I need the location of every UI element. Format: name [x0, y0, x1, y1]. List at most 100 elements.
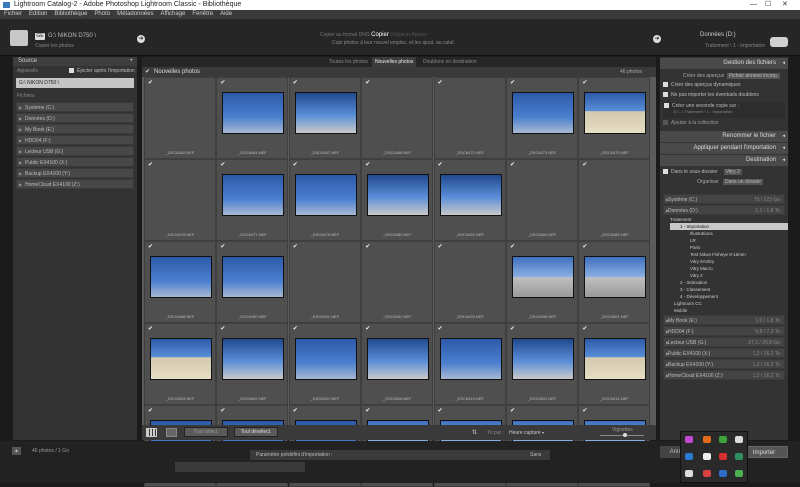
include-checkbox[interactable]: ✔ — [365, 79, 370, 86]
volume-hdd04[interactable]: HDD04 (F:) — [16, 135, 134, 146]
filmstrip-controls[interactable] — [175, 462, 305, 472]
destination-label[interactable]: Données (D:) — [700, 32, 736, 38]
menu-edition[interactable]: Edition — [29, 11, 47, 17]
photo-cell[interactable]: ✔ _DSC6470.NEF — [433, 77, 506, 159]
include-checkbox[interactable]: ✔ — [220, 161, 225, 168]
tray-app-icon[interactable] — [685, 436, 693, 443]
dest-volume[interactable]: Backup EX4100 (Y:) 1,2 / 16,2 To — [663, 359, 785, 370]
photo-thumbnail[interactable] — [222, 256, 285, 298]
photo-thumbnail[interactable] — [367, 174, 430, 216]
tree-item-vitry-macro[interactable]: Vitry Macro — [670, 265, 788, 272]
tray-app-icon[interactable] — [719, 453, 727, 460]
photo-thumbnail[interactable] — [367, 338, 430, 380]
photo-thumbnail[interactable] — [294, 338, 357, 380]
subfolder-input[interactable]: Vitry 2 — [723, 169, 742, 175]
tray-app-icon[interactable] — [735, 470, 743, 477]
photo-thumbnail[interactable] — [584, 256, 647, 298]
volume-system[interactable]: Système (C:) — [16, 102, 134, 113]
photo-cell[interactable]: ✔ _DSC6479.NEF — [288, 159, 361, 241]
camera-device-icon[interactable] — [10, 30, 28, 46]
photo-cell[interactable]: ✔ _DSC6464.NEF — [216, 77, 289, 159]
photo-thumbnail[interactable] — [150, 338, 212, 380]
include-checkbox[interactable]: ✔ — [220, 325, 225, 332]
include-checkbox[interactable]: ✔ — [293, 243, 298, 250]
photo-thumbnail[interactable] — [512, 338, 574, 380]
dest-volume[interactable]: HomeCloud EX4100 (Z:) 1,2 / 16,2 To — [663, 370, 785, 381]
photo-cell[interactable]: ✔ _DSC6473.NEF — [506, 77, 578, 159]
include-checkbox[interactable]: ✔ — [148, 243, 153, 250]
menu-bibliotheque[interactable]: Bibliothèque — [54, 11, 87, 17]
tree-item-indexation[interactable]: 2 - Indexation — [670, 279, 788, 286]
eject-checkbox[interactable]: Éjecter après l'importation — [69, 66, 135, 77]
include-checkbox[interactable]: ✔ — [438, 79, 443, 86]
photo-thumbnail[interactable] — [512, 92, 574, 134]
tab-new-photos[interactable]: Nouvelles photos — [372, 57, 417, 67]
tree-item-mobile[interactable]: Mobile — [670, 307, 788, 314]
smart-previews-checkbox[interactable]: Créer des aperçus dynamiques — [663, 82, 785, 92]
mode-dng[interactable]: Copier au format DNG — [320, 32, 370, 38]
photo-thumbnail[interactable] — [150, 256, 212, 298]
file-handling-header[interactable]: Gestion des fichiers — [660, 58, 788, 69]
photo-thumbnail[interactable] — [584, 338, 647, 380]
include-checkbox[interactable]: ✔ — [510, 161, 515, 168]
include-checkbox[interactable]: ✔ — [510, 79, 515, 86]
include-checkbox[interactable]: ✔ — [293, 161, 298, 168]
tree-item-fisheye[interactable]: Test Nikon Fisheye 8-15mm — [670, 251, 788, 258]
include-checkbox[interactable]: ✔ — [293, 325, 298, 332]
source-path[interactable]: G:\ NIKON D750 \ — [48, 33, 96, 39]
include-checkbox[interactable]: ✔ — [148, 79, 153, 86]
tree-item-importation[interactable]: 1 - Importation — [670, 223, 788, 230]
volume-public[interactable]: Public EX4100 (X:) — [16, 157, 134, 168]
mode-move[interactable]: Déplacer — [390, 32, 410, 38]
include-checkbox[interactable]: ✔ — [582, 407, 587, 414]
source-panel-header[interactable]: Source + — [13, 57, 137, 66]
sort-dropdown-icon[interactable]: ▾ — [542, 430, 544, 435]
close-icon[interactable]: ✕ — [782, 0, 788, 10]
sort-value[interactable]: Heure capture — [509, 430, 541, 436]
include-checkbox[interactable]: ✔ — [148, 325, 153, 332]
tree-item-lr[interactable]: LR — [670, 237, 788, 244]
check-all-button[interactable]: Tout sélect. — [184, 427, 228, 437]
photo-cell[interactable]: ✔ _DSC6467.NEF — [288, 77, 361, 159]
photo-thumbnail[interactable] — [222, 92, 285, 134]
photo-cell[interactable]: ✔ _DSC6477.NEF — [216, 159, 289, 241]
volume-backup[interactable]: Backup EX4100 (Y:) — [16, 168, 134, 179]
tree-item-paris[interactable]: Paris — [670, 244, 788, 251]
grid-check-icon[interactable]: ✔ — [145, 67, 150, 77]
tree-item-traitement[interactable]: Traitement — [670, 216, 788, 223]
loupe-view-icon[interactable] — [166, 428, 177, 437]
photo-thumbnail[interactable] — [584, 92, 647, 134]
menu-fichier[interactable]: Fichier — [4, 11, 22, 17]
include-checkbox[interactable]: ✔ — [582, 79, 587, 86]
include-checkbox[interactable]: ✔ — [293, 407, 298, 414]
build-previews-select[interactable]: Fichier annexe incorp. — [727, 73, 781, 79]
include-checkbox[interactable]: ✔ — [220, 79, 225, 86]
photo-cell[interactable]: ✔ _DSC6503.NEF — [144, 323, 216, 405]
photo-cell[interactable]: ✔ _DSC6462.NEF — [144, 77, 216, 159]
photo-cell[interactable]: ✔ _DSC6505.NEF — [216, 323, 289, 405]
hard-drive-icon[interactable] — [770, 37, 788, 47]
import-preset-bar[interactable]: Paramètre prédéfini d'importation : Sans — [250, 450, 550, 460]
tree-item-illustrations[interactable]: Illustrations — [670, 230, 788, 237]
include-checkbox[interactable]: ✔ — [582, 325, 587, 332]
photo-cell[interactable]: ✔ _DSC6476.NEF — [144, 159, 216, 241]
include-checkbox[interactable]: ✔ — [293, 79, 298, 86]
menu-fenetre[interactable]: Fenêtre — [192, 11, 213, 17]
include-checkbox[interactable]: ✔ — [220, 407, 225, 414]
photo-cell[interactable]: ✔ _DSC6490.NEF — [216, 241, 289, 323]
tray-app-icon[interactable] — [735, 453, 743, 460]
collapse-icon[interactable]: ▲ — [12, 447, 21, 455]
sort-order-icon[interactable]: ⇅ — [472, 429, 477, 436]
preset-value[interactable]: Sans — [530, 450, 541, 460]
tree-item-developpement[interactable]: 4 - Développement — [670, 293, 788, 300]
photo-cell[interactable]: ✔ _DSC6480.NEF — [361, 159, 434, 241]
photo-thumbnail[interactable] — [439, 338, 502, 380]
include-checkbox[interactable]: ✔ — [365, 161, 370, 168]
include-checkbox[interactable]: ✔ — [365, 243, 370, 250]
dest-volume[interactable]: Lecteur USB (G:) 27,3 / 29,8 Go — [663, 337, 785, 348]
include-checkbox[interactable]: ✔ — [510, 325, 515, 332]
destination-header[interactable]: Destination — [660, 155, 788, 166]
volume-homecloud[interactable]: HomeCloud EX4100 (Z:) — [16, 179, 134, 190]
menu-photo[interactable]: Photo — [94, 11, 110, 17]
include-checkbox[interactable]: ✔ — [365, 325, 370, 332]
